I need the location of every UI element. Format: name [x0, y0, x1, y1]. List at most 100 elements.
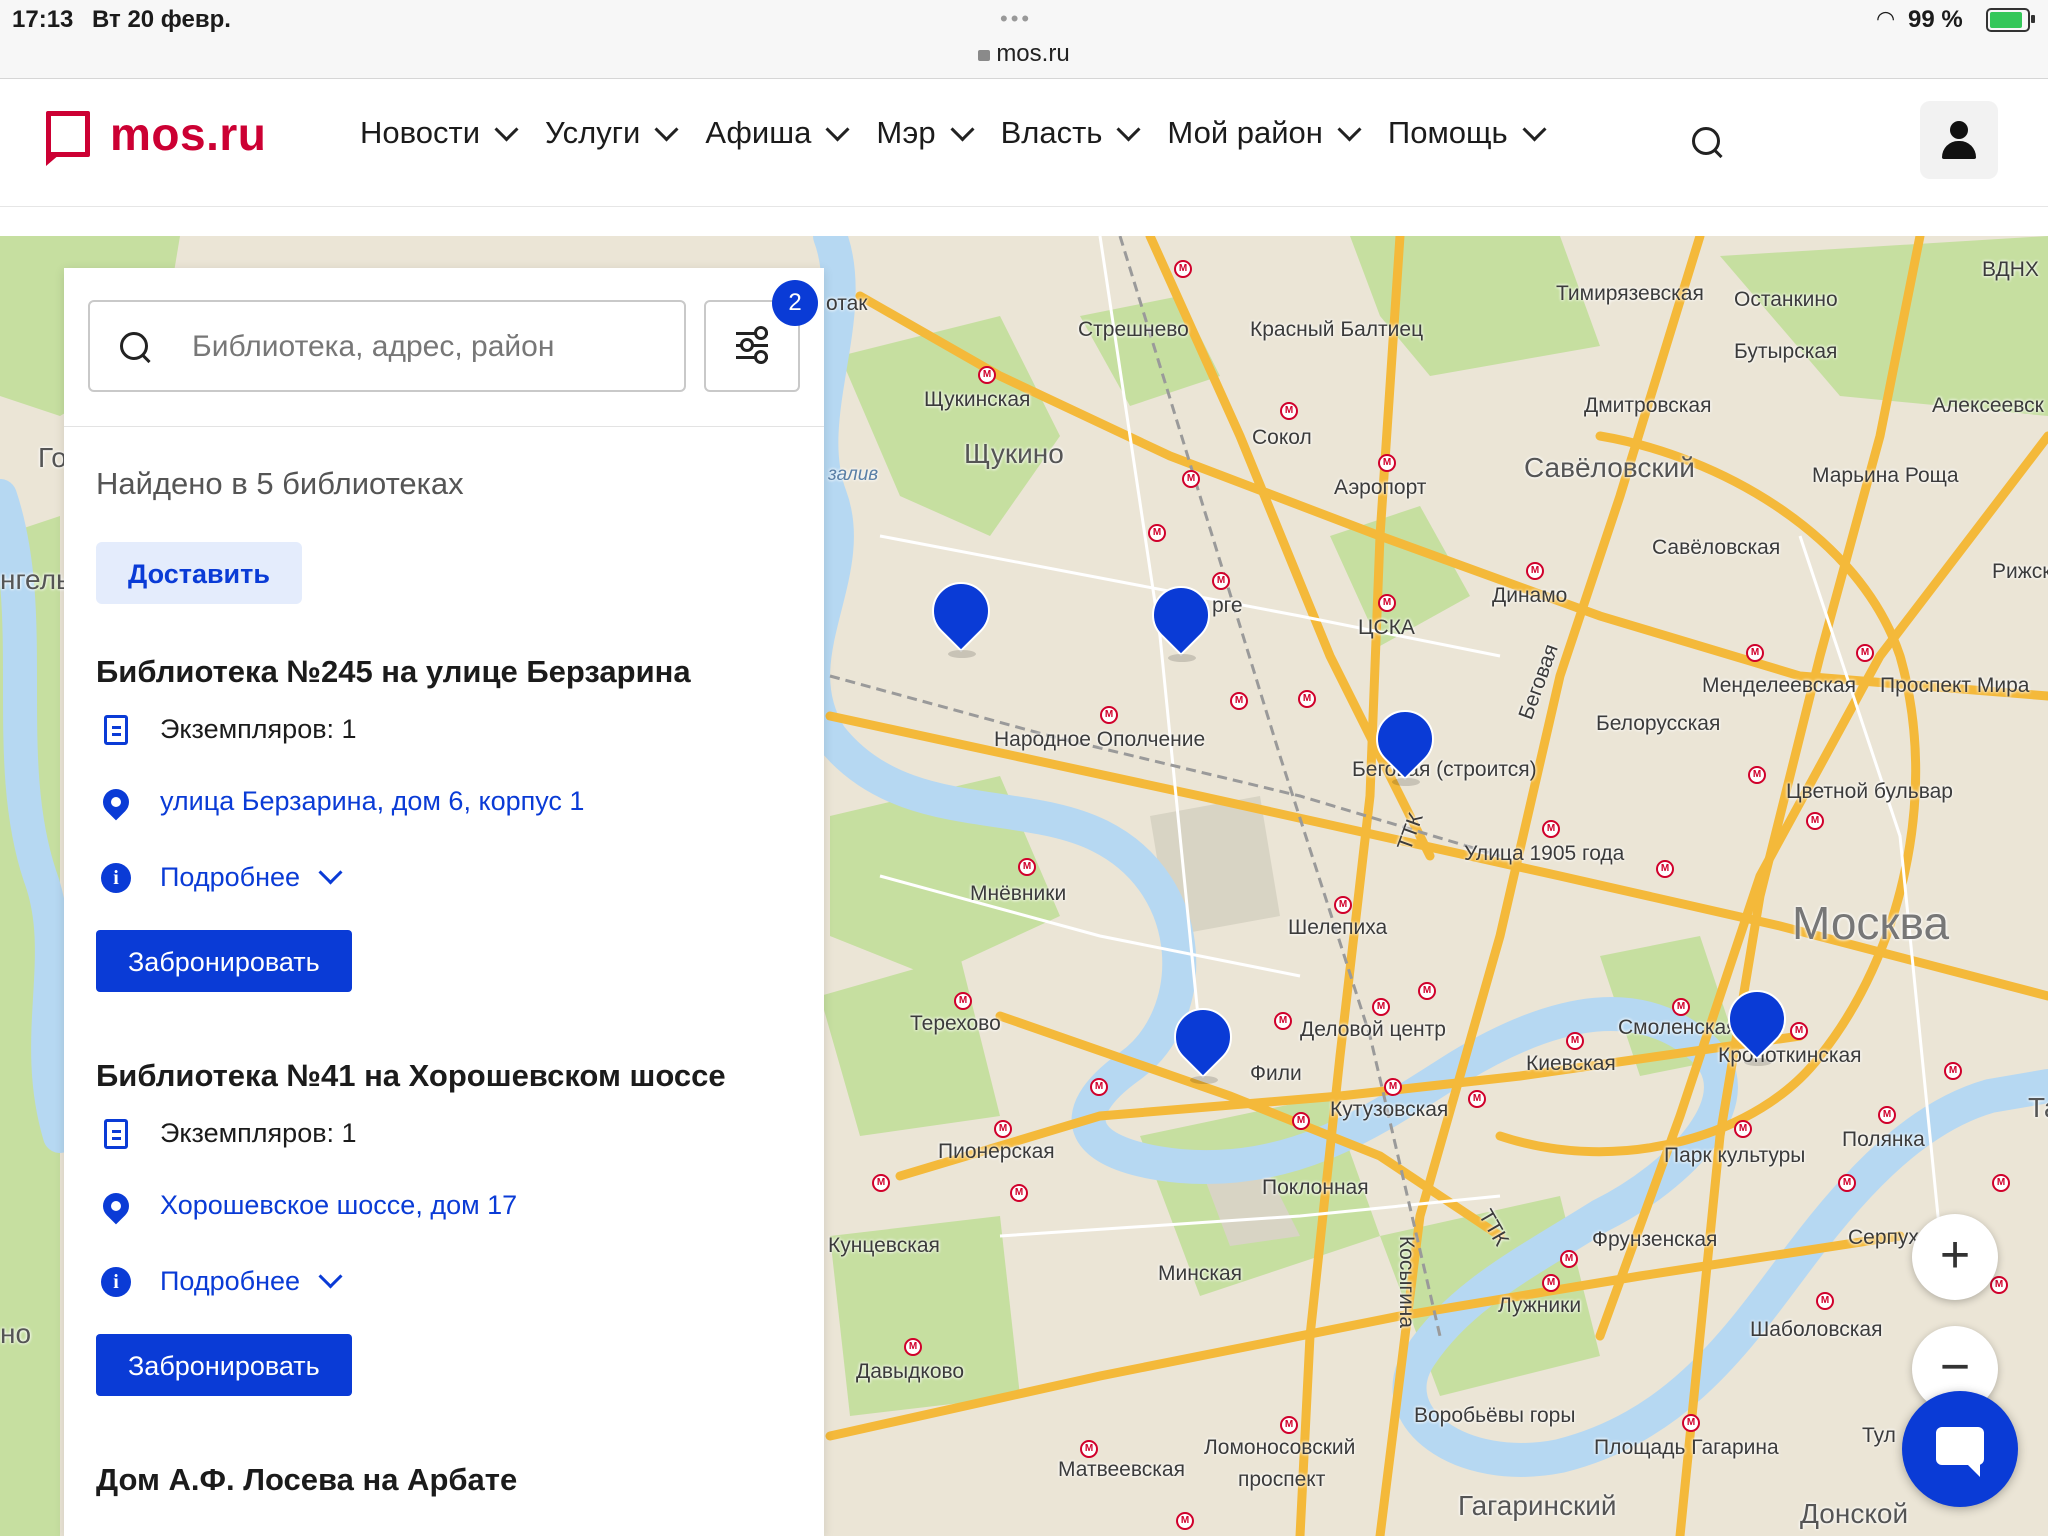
nav-mayor[interactable]: Мэр	[876, 115, 975, 151]
map-label: Терехово	[910, 1012, 1001, 1035]
chat-button[interactable]	[1902, 1391, 2018, 1507]
metro-icon: M	[1372, 998, 1390, 1016]
library-search-input[interactable]	[190, 320, 664, 374]
address-bar[interactable]: mos.ru	[0, 40, 2048, 68]
metro-icon: M	[1790, 1022, 1808, 1040]
location-pin-icon	[97, 1187, 135, 1224]
metro-icon: M	[1298, 690, 1316, 708]
metro-icon: M	[1292, 1112, 1310, 1130]
nav-my-district[interactable]: Мой район	[1167, 115, 1362, 151]
profile-button[interactable]	[1920, 101, 1998, 179]
map-label: Донской	[1800, 1498, 1909, 1529]
info-icon: i	[101, 862, 131, 893]
details-row[interactable]: i Подробнее	[96, 860, 343, 893]
address-row: Хорошевское шоссе, дом 17	[96, 1187, 517, 1224]
address-link[interactable]: Хорошевское шоссе, дом 17	[160, 1190, 517, 1221]
map-label: но	[0, 1318, 32, 1349]
map-label: Шаболовская	[1750, 1318, 1883, 1341]
reserve-button[interactable]: Забронировать	[96, 1334, 352, 1396]
library-pin[interactable]	[919, 569, 1003, 658]
metro-icon: M	[1176, 1512, 1194, 1530]
metro-icon: M	[1090, 1078, 1108, 1096]
reserve-button[interactable]: Забронировать	[96, 930, 352, 992]
lock-icon	[978, 50, 991, 61]
library-title: Библиотека №245 на улице Берзарина	[96, 654, 691, 689]
book-icon	[104, 1118, 128, 1149]
nav-afisha[interactable]: Афиша	[705, 115, 850, 151]
nav-help[interactable]: Помощь	[1387, 115, 1547, 151]
library-title: Библиотека №41 на Хорошевском шоссе	[96, 1058, 726, 1093]
map-label: проспект	[1238, 1468, 1326, 1491]
map-label: Фрунзенская	[1592, 1228, 1718, 1251]
map-label: Марьина Роща	[1812, 464, 1959, 487]
library-pin[interactable]	[1161, 995, 1245, 1084]
map-label: Лужники	[1498, 1294, 1582, 1317]
metro-icon: M	[1734, 1120, 1752, 1138]
deliver-button[interactable]: Доставить	[96, 542, 302, 604]
address-link[interactable]: улица Берзарина, дом 6, корпус 1	[160, 786, 584, 817]
map-label: Щукинская	[924, 388, 1031, 411]
metro-icon: M	[1990, 1276, 2008, 1294]
map-label: Фили	[1250, 1062, 1302, 1085]
results-count: Найдено в 5 библиотеках	[96, 466, 464, 501]
library-pin[interactable]	[1363, 697, 1447, 786]
map-label: Тимирязевская	[1556, 282, 1704, 305]
map-label: Шелепиха	[1288, 916, 1388, 939]
metro-icon: M	[1230, 692, 1248, 710]
library-pin[interactable]	[1139, 573, 1223, 662]
details-link[interactable]: Подробнее	[160, 862, 300, 893]
map-label: Дмитровская	[1584, 394, 1712, 417]
metro-icon: M	[1010, 1184, 1028, 1202]
metro-icon: M	[954, 992, 972, 1010]
site-header: mos.ru Новости Услуги Афиша Мэр Власть М…	[0, 79, 2048, 207]
map-label: Серпух	[1848, 1226, 1919, 1249]
map-label: Ломоносовский	[1204, 1436, 1356, 1459]
nav-services[interactable]: Услуги	[545, 115, 679, 151]
library-search[interactable]	[88, 300, 686, 392]
nav-label: Услуги	[545, 115, 641, 150]
details-row[interactable]: i Подробнее	[96, 1264, 343, 1297]
chevron-down-icon[interactable]	[318, 860, 343, 885]
search-icon	[120, 332, 148, 360]
battery-percent: 99 %	[1908, 6, 1963, 33]
metro-icon: M	[904, 1338, 922, 1356]
metro-icon: M	[1656, 860, 1674, 878]
status-date: Вт 20 февр.	[92, 6, 231, 33]
map-label: Сокол	[1252, 426, 1312, 449]
map-label: Стрешнево	[1078, 318, 1189, 341]
chevron-down-icon[interactable]	[318, 1264, 343, 1289]
chevron-down-icon	[950, 116, 975, 142]
metro-icon: M	[1100, 706, 1118, 724]
map-label: Алексеевск	[1932, 394, 2044, 417]
library-pin[interactable]	[1715, 977, 1799, 1066]
map-label: Пионерская	[938, 1140, 1055, 1163]
nav-news[interactable]: Новости	[360, 115, 519, 151]
metro-icon: M	[1566, 1032, 1584, 1050]
metro-icon: M	[1018, 858, 1036, 876]
chevron-down-icon	[654, 116, 679, 142]
nav-label: Афиша	[705, 115, 812, 150]
chat-icon	[1936, 1427, 1984, 1477]
map-label: Бутырская	[1734, 340, 1838, 363]
nav-government[interactable]: Власть	[1001, 115, 1141, 151]
map-label: Проспект Мира	[1880, 674, 2030, 697]
map-label: Деловой центр	[1300, 1018, 1446, 1041]
divider	[64, 426, 824, 427]
zoom-in-button[interactable]: +	[1912, 1214, 1998, 1300]
metro-icon: M	[1748, 766, 1766, 784]
map-label: Белорусская	[1596, 712, 1721, 735]
nav-label: Помощь	[1387, 115, 1508, 150]
map-label: Савёловский	[1524, 452, 1695, 483]
battery-icon	[1986, 8, 2035, 32]
library-card: Дом А.Ф. Лосева на Арбате	[96, 1462, 796, 1498]
chevron-down-icon	[1522, 116, 1547, 142]
mos-logo[interactable]: mos.ru	[46, 107, 266, 166]
tab-dots-icon[interactable]: •••	[1000, 6, 1032, 32]
map-label: Цветной бульвар	[1786, 780, 1953, 803]
search-icon[interactable]	[1692, 127, 1720, 155]
map-label: Менделеевская	[1702, 674, 1856, 697]
details-link[interactable]: Подробнее	[160, 1266, 300, 1297]
logo-mark-icon	[46, 111, 90, 166]
address-row: улица Берзарина, дом 6, корпус 1	[96, 783, 584, 820]
map-label: ЦСКА	[1358, 616, 1415, 639]
